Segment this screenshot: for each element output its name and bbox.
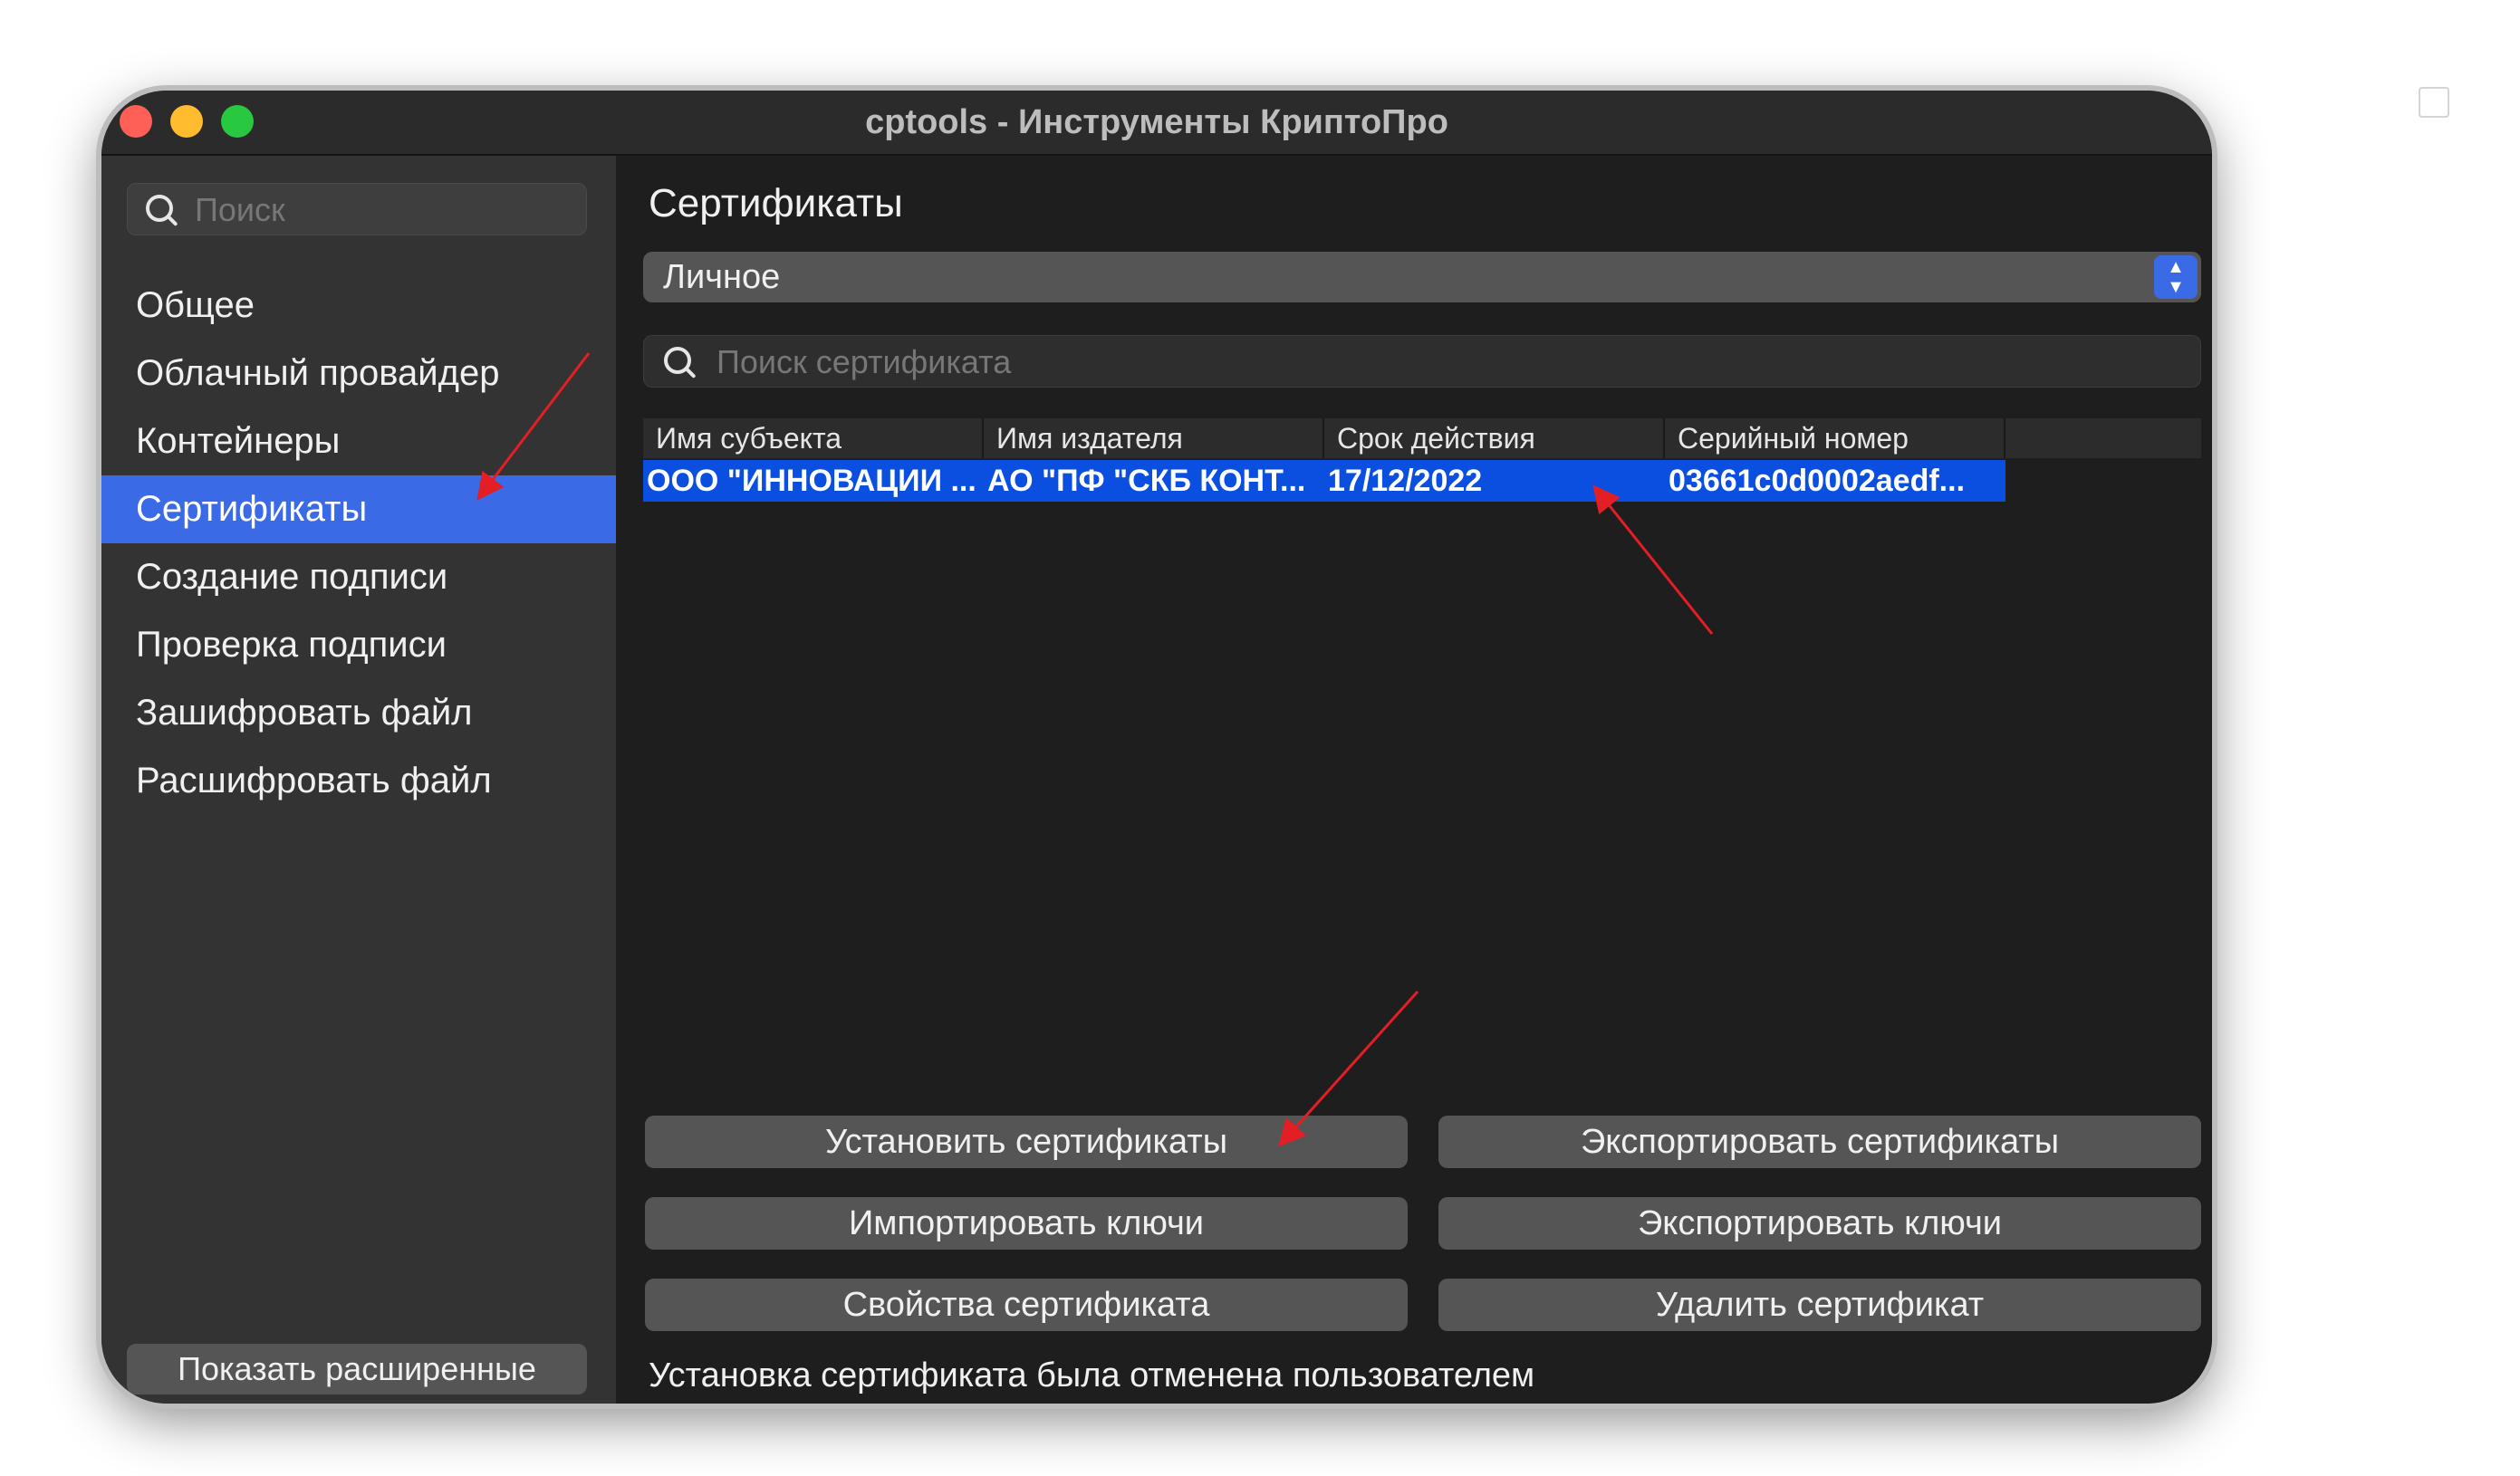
- import-keys-button[interactable]: Импортировать ключи: [645, 1197, 1408, 1250]
- sidebar-item-cloud-provider[interactable]: Облачный провайдер: [101, 340, 616, 407]
- sidebar-nav: Общее Облачный провайдер Контейнеры Серт…: [101, 272, 616, 815]
- status-message: Установка сертификата была отменена поль…: [649, 1356, 1535, 1395]
- sidebar-item-decrypt-file[interactable]: Расшифровать файл: [101, 747, 616, 815]
- cell-issuer: АО "ПФ "СКБ КОНТ...: [987, 464, 1306, 498]
- table-row[interactable]: ООО "ИННОВАЦИИ ... АО "ПФ "СКБ КОНТ... 1…: [643, 460, 2005, 502]
- app-window: cptools - Инструменты КриптоПро Общее Об…: [101, 91, 2212, 1404]
- certificate-search[interactable]: [643, 335, 2201, 388]
- sidebar-item-verify-signature[interactable]: Проверка подписи: [101, 611, 616, 679]
- sidebar-item-encrypt-file[interactable]: Зашифровать файл: [101, 679, 616, 747]
- sidebar-item-create-signature[interactable]: Создание подписи: [101, 543, 616, 611]
- column-header-spacer: [2005, 418, 2201, 458]
- export-certificates-button[interactable]: Экспортировать сертификаты: [1438, 1116, 2201, 1168]
- delete-certificate-button[interactable]: Удалить сертификат: [1438, 1279, 2201, 1331]
- cell-serial: 03661c0d0002aedf...: [1669, 464, 1966, 498]
- column-header-serial[interactable]: Серийный номер: [1665, 418, 2005, 458]
- certificate-search-input[interactable]: [715, 336, 2168, 388]
- certificate-store-select[interactable]: Личное ▲ ▼: [643, 252, 2201, 302]
- store-select-value: Личное: [663, 258, 781, 296]
- export-keys-button[interactable]: Экспортировать ключи: [1438, 1197, 2201, 1250]
- main-panel: Сертификаты Личное ▲▼ Имя субъекта Имя и…: [616, 156, 2212, 1404]
- install-certificates-button[interactable]: Установить сертификаты: [645, 1116, 1408, 1168]
- table-header: Имя субъекта Имя издателя Срок действия …: [643, 418, 2201, 458]
- sidebar-search[interactable]: [127, 183, 587, 236]
- page-title: Сертификаты: [649, 181, 903, 225]
- cell-subject: ООО "ИННОВАЦИИ ...: [647, 464, 976, 498]
- search-icon: [146, 195, 173, 222]
- sidebar-item-general[interactable]: Общее: [101, 272, 616, 340]
- window-title: cptools - Инструменты КриптоПро: [865, 103, 1448, 141]
- title-bar: cptools - Инструменты КриптоПро: [101, 91, 2212, 156]
- sidebar-search-input[interactable]: [193, 184, 577, 236]
- column-header-subject[interactable]: Имя субъекта: [643, 418, 984, 458]
- chevron-up-down-icon[interactable]: ▲ ▼: [2154, 255, 2198, 299]
- cell-expires: 17/12/2022: [1328, 464, 1483, 498]
- certificate-properties-button[interactable]: Свойства сертификата: [645, 1279, 1408, 1331]
- sidebar-item-certificates[interactable]: Сертификаты: [101, 475, 616, 543]
- search-icon: [664, 347, 691, 374]
- sidebar: Общее Облачный провайдер Контейнеры Серт…: [101, 156, 616, 1404]
- corner-checkbox: [2419, 87, 2449, 118]
- column-header-expires[interactable]: Срок действия: [1324, 418, 1665, 458]
- show-advanced-button[interactable]: Показать расширенные: [127, 1344, 587, 1395]
- column-header-issuer[interactable]: Имя издателя: [984, 418, 1324, 458]
- sidebar-item-containers[interactable]: Контейнеры: [101, 407, 616, 475]
